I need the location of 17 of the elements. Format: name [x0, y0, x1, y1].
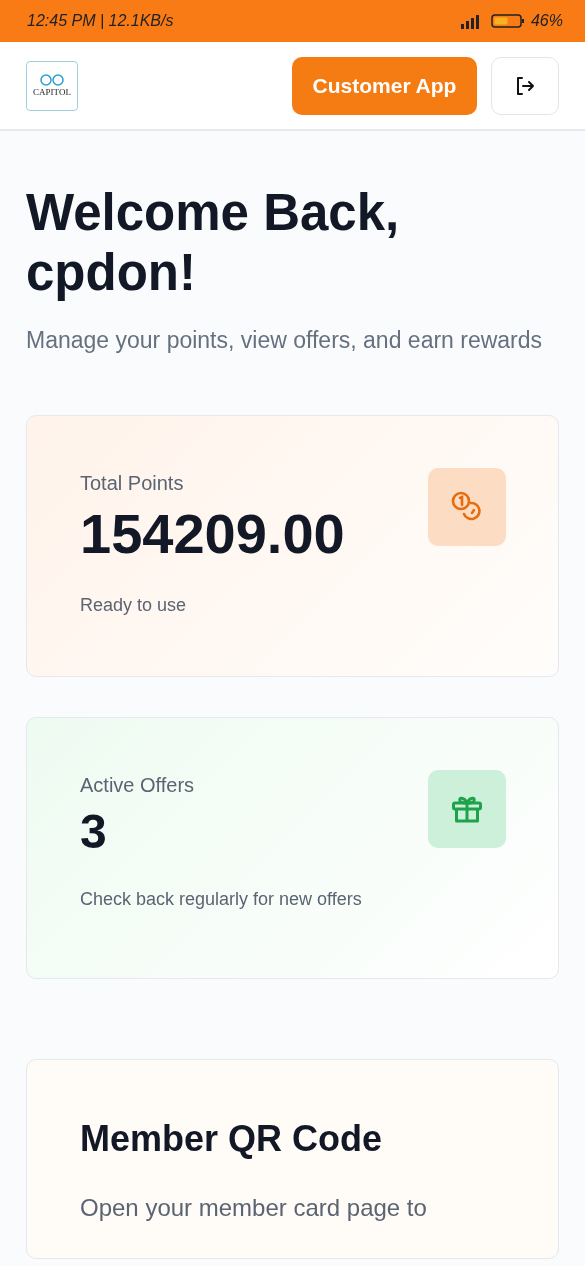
logout-button[interactable] [491, 56, 559, 115]
stat-note: Check back regularly for new offers [80, 889, 362, 910]
stat-label: Active Offers [80, 774, 196, 797]
customer-app-button[interactable]: Customer App [292, 56, 477, 115]
logo-text: CAPITOL [33, 87, 71, 97]
qr-text: Open your member card page to [80, 1194, 428, 1222]
battery-percent: 46% [530, 12, 563, 30]
welcome-subtitle: Manage your points, view offers, and earn rewards [26, 326, 544, 355]
stat-value: 154209.00 [80, 501, 345, 567]
stat-label: Total Points [80, 472, 185, 495]
stat-note: Ready to use [80, 595, 188, 616]
logo-icon [39, 74, 65, 86]
welcome-title: Welcome Back, cpdon! [26, 183, 401, 303]
status-time: 12:45 PM | 12.1KB/s [27, 12, 174, 30]
battery-icon [490, 13, 525, 29]
stat-value: 3 [80, 804, 108, 860]
qr-title: Member QR Code [80, 1118, 384, 1160]
